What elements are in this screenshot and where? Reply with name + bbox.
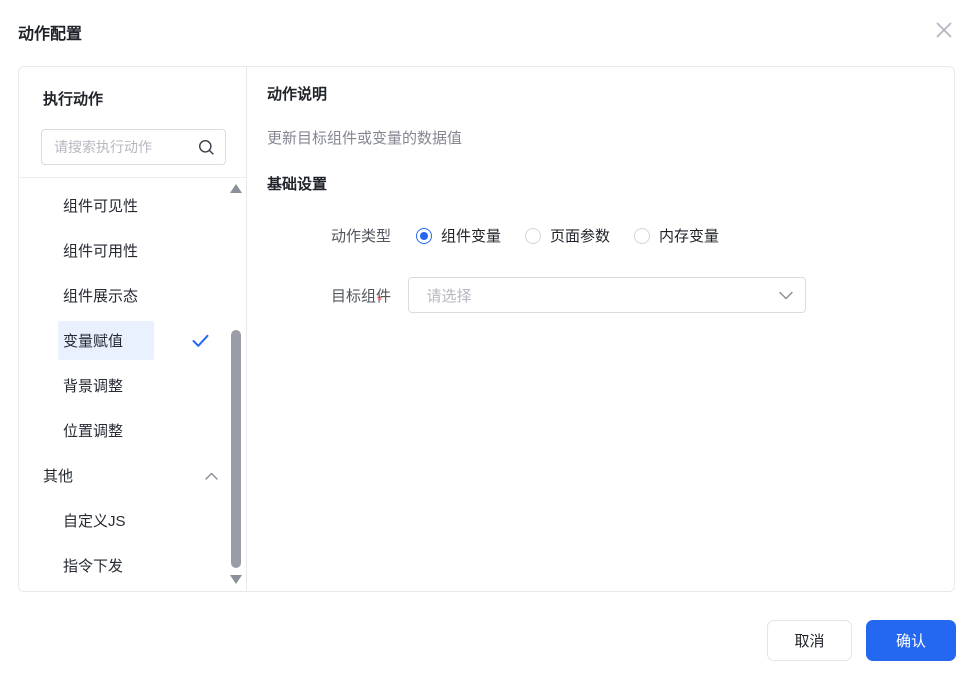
list-item-variable-assignment[interactable]: 变量赋值 — [19, 318, 246, 363]
close-button[interactable] — [931, 17, 957, 43]
radio-selected-icon — [416, 228, 432, 244]
basic-settings-title: 基础设置 — [267, 173, 930, 194]
radio-unselected-icon — [634, 228, 650, 244]
list-item-component-usability[interactable]: 组件可用性 — [19, 228, 246, 273]
dialog-title: 动作配置 — [18, 20, 82, 44]
target-component-row: 目标组件* 请选择 — [331, 277, 930, 313]
action-description-text: 更新目标组件或变量的数据值 — [267, 127, 930, 148]
confirm-button[interactable]: 确认 — [866, 620, 956, 661]
target-component-label-text: 目标组件 — [331, 288, 391, 305]
search-icon — [198, 139, 215, 156]
scroll-up-arrow-icon[interactable] — [230, 184, 242, 193]
check-icon — [192, 334, 209, 348]
radio-label: 页面参数 — [550, 225, 610, 246]
action-type-row: 动作类型 组件变量 页面参数 内存变量 — [331, 225, 930, 246]
list-item-label: 自定义JS — [63, 510, 126, 531]
list-item-component-display-state[interactable]: 组件展示态 — [19, 273, 246, 318]
radio-unselected-icon — [525, 228, 541, 244]
list-item-label: 组件可用性 — [63, 240, 138, 261]
list-item-background-adjust[interactable]: 背景调整 — [19, 363, 246, 408]
chevron-up-icon — [205, 472, 218, 480]
radio-memory-variable[interactable]: 内存变量 — [634, 225, 719, 246]
scrollbar-thumb[interactable] — [231, 330, 241, 568]
target-component-select[interactable]: 请选择 — [408, 277, 806, 313]
list-item-custom-js[interactable]: 自定义JS — [19, 498, 246, 543]
target-component-label: 目标组件* — [331, 285, 383, 306]
cancel-button[interactable]: 取消 — [767, 620, 852, 661]
action-list-panel: 执行动作 组件可见性 组件可用性 组件展示态 变量赋值 — [19, 67, 247, 591]
list-item-component-visibility[interactable]: 组件可见性 — [19, 183, 246, 228]
list-item-label: 背景调整 — [63, 375, 123, 396]
action-detail-panel: 动作说明 更新目标组件或变量的数据值 基础设置 动作类型 组件变量 页面参数 内… — [247, 67, 954, 591]
execute-action-title: 执行动作 — [43, 88, 246, 109]
radio-label: 内存变量 — [659, 225, 719, 246]
list-item-label: 组件可见性 — [63, 195, 138, 216]
radio-page-parameter[interactable]: 页面参数 — [525, 225, 610, 246]
action-search-box[interactable] — [41, 129, 226, 165]
action-description-title: 动作说明 — [267, 83, 930, 104]
select-placeholder: 请选择 — [426, 285, 779, 306]
list-item-label: 组件展示态 — [63, 285, 138, 306]
action-type-label: 动作类型 — [331, 225, 391, 246]
list-group-other[interactable]: 其他 — [19, 453, 246, 498]
list-item-label: 位置调整 — [63, 420, 123, 441]
chevron-down-icon — [779, 291, 793, 300]
action-list: 组件可见性 组件可用性 组件展示态 变量赋值 背景调整 位置调整 — [19, 178, 246, 591]
action-config-panel: 执行动作 组件可见性 组件可用性 组件展示态 变量赋值 — [18, 66, 955, 592]
list-group-label: 其他 — [43, 465, 73, 486]
scroll-down-arrow-icon[interactable] — [230, 575, 242, 584]
list-item-label: 指令下发 — [63, 555, 123, 576]
required-asterisk: * — [377, 292, 382, 308]
action-search-input[interactable] — [54, 139, 198, 155]
radio-component-variable[interactable]: 组件变量 — [416, 225, 501, 246]
list-item-command-dispatch[interactable]: 指令下发 — [19, 543, 246, 588]
radio-label: 组件变量 — [441, 225, 501, 246]
close-icon — [933, 19, 955, 41]
list-item-position-adjust[interactable]: 位置调整 — [19, 408, 246, 453]
list-scrollbar[interactable] — [230, 184, 242, 584]
list-item-label: 变量赋值 — [58, 321, 154, 360]
